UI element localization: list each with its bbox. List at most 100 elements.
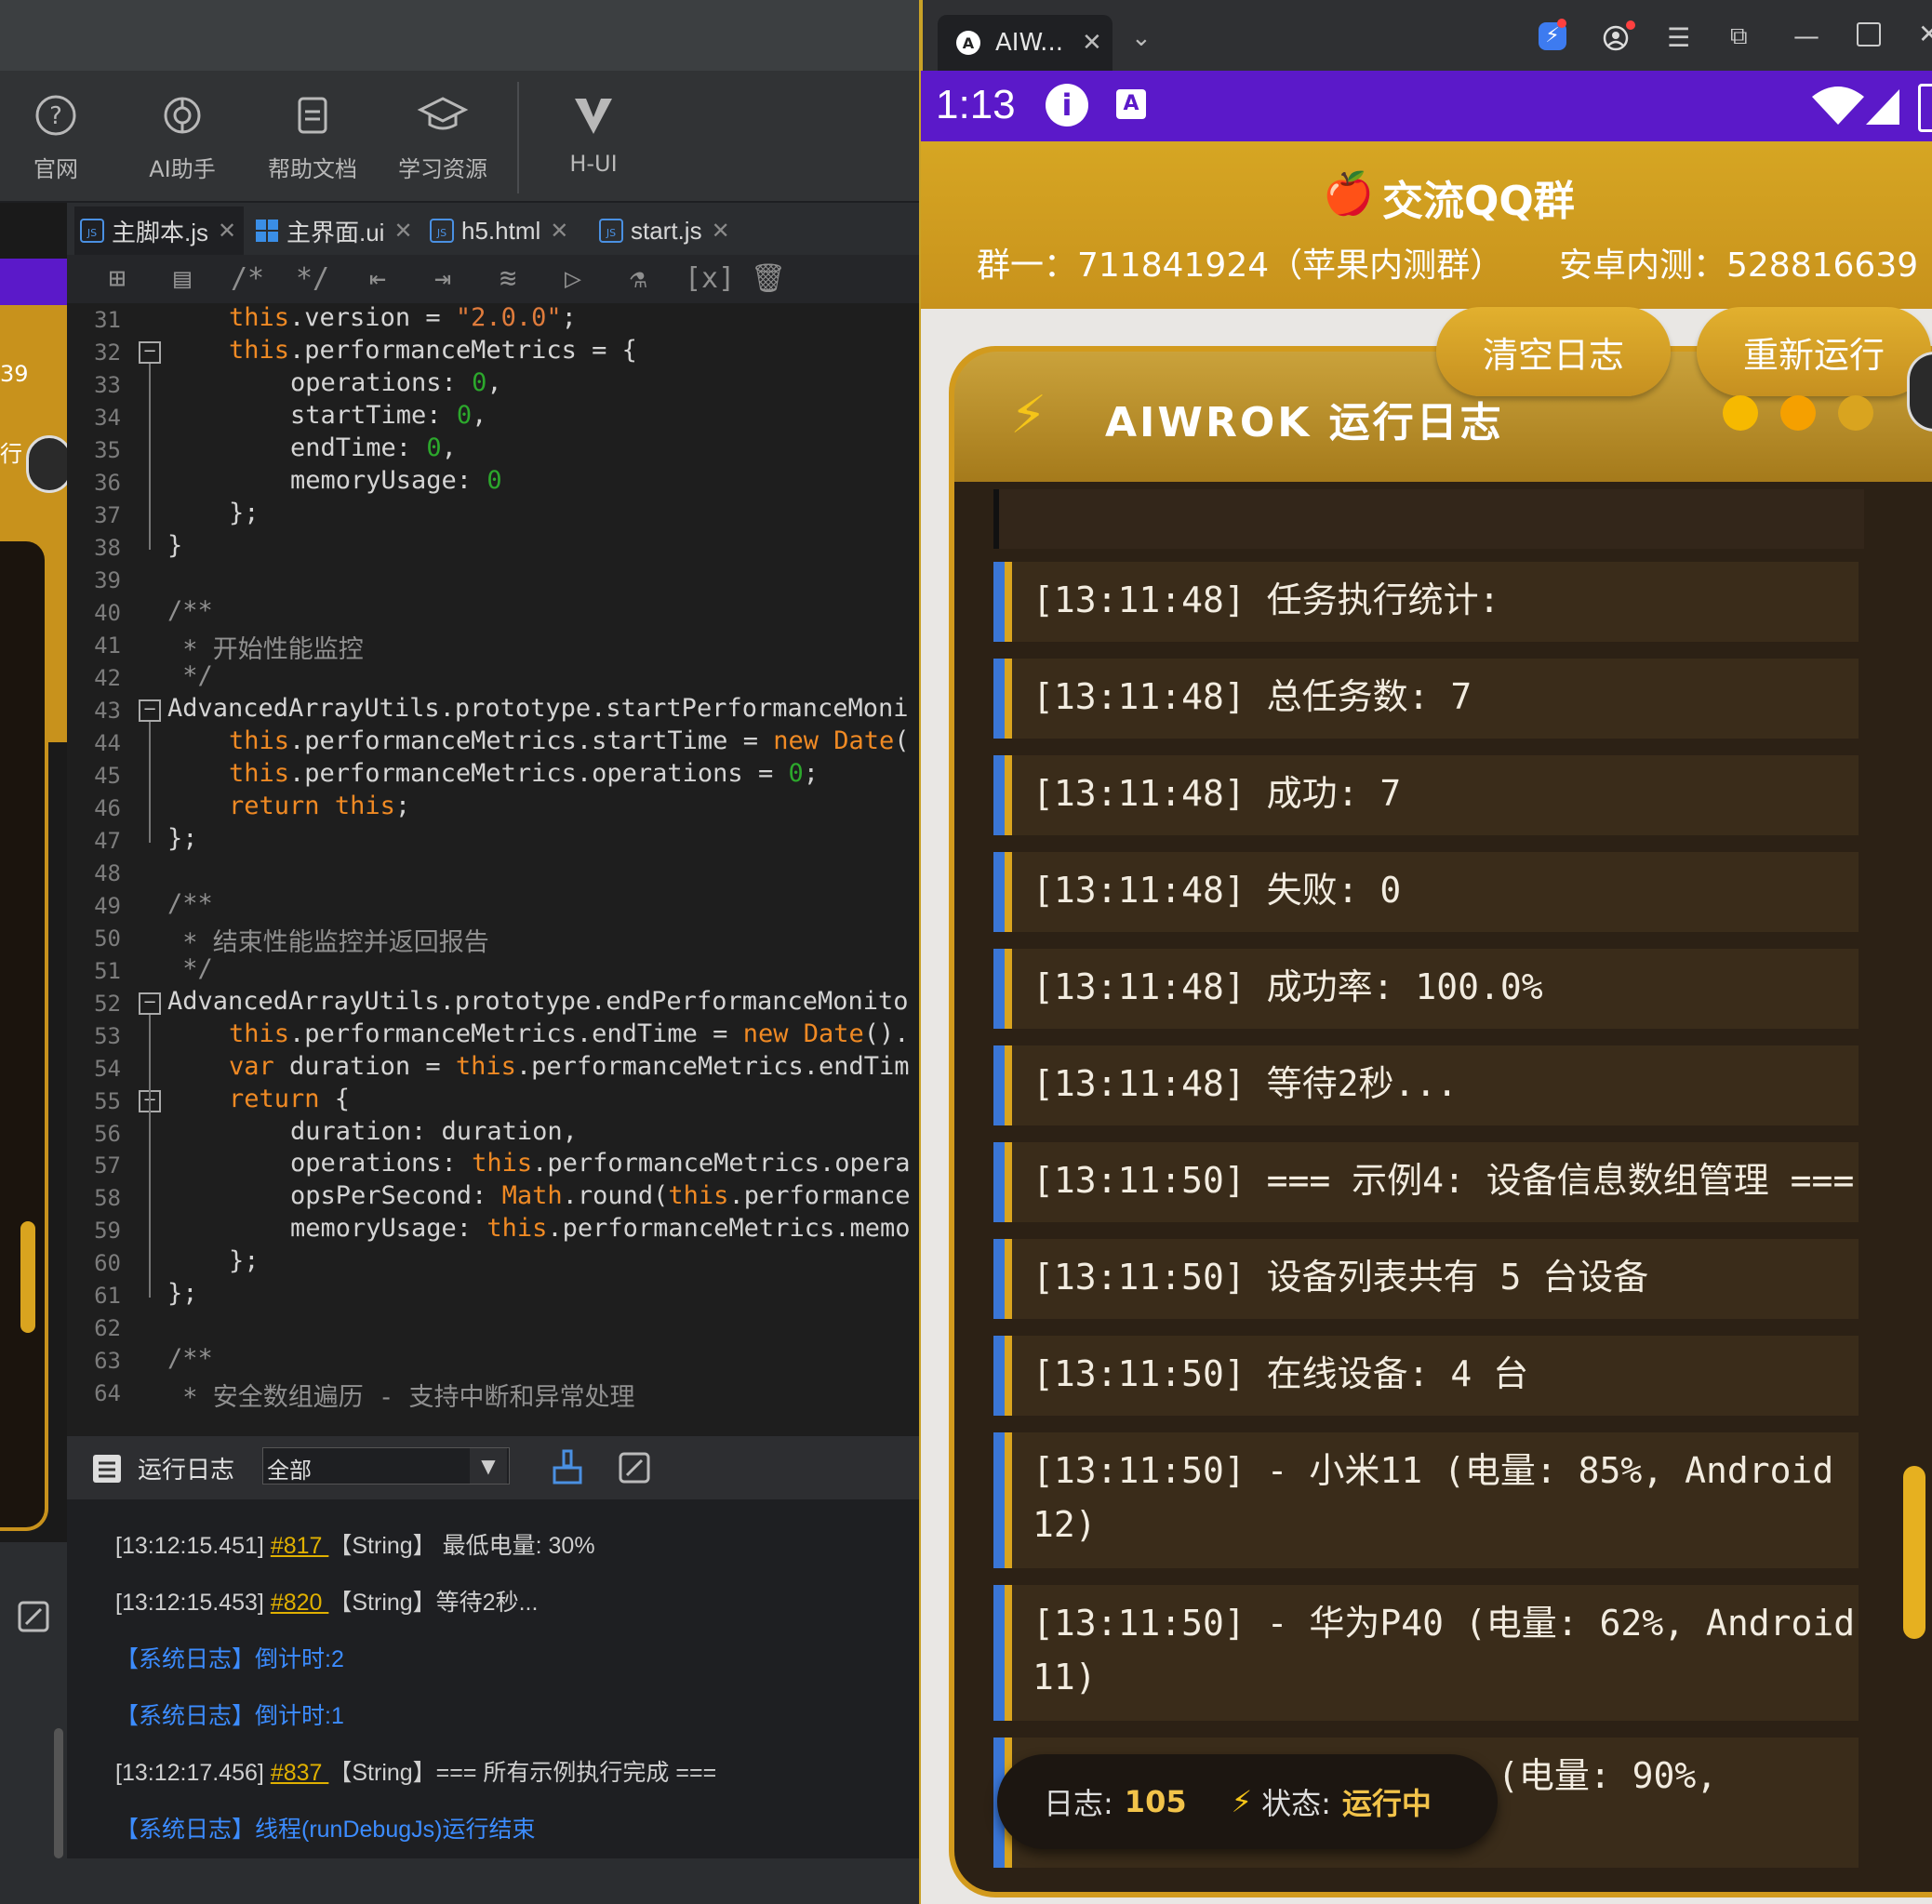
- detach-window-icon[interactable]: ⧉: [1730, 22, 1748, 51]
- mini-char: 行: [0, 441, 22, 467]
- line-number: 37: [94, 501, 121, 528]
- log-panel-title: 运行日志: [138, 1457, 235, 1485]
- tab-label: h5.html: [461, 216, 541, 245]
- log-source-link[interactable]: #817: [271, 1533, 329, 1559]
- maximize-icon[interactable]: [1857, 22, 1881, 47]
- log-count-label: 日志:: [1044, 1786, 1113, 1821]
- emulator-window-tab[interactable]: A AIW... ✕: [938, 15, 1113, 71]
- new-file-icon[interactable]: ⊞: [99, 262, 136, 296]
- window-dot: [1723, 395, 1758, 431]
- tab-start-js[interactable]: JS start.js ✕: [593, 206, 761, 255]
- line-number: 47: [94, 827, 121, 854]
- toolbar-ai-assistant-button[interactable]: AI助手: [127, 93, 238, 183]
- close-icon[interactable]: ✕: [712, 218, 730, 245]
- emulator-tab-label: AIW...: [995, 29, 1063, 57]
- qq-android-group[interactable]: 安卓内测：528816639: [1559, 238, 1918, 286]
- code-line: operations: 0,: [290, 367, 502, 397]
- code-line: };: [167, 823, 198, 853]
- log-card-title: AIWROK 运行日志: [1105, 399, 1504, 446]
- code-line: /**: [167, 888, 213, 918]
- fold-toggle-icon[interactable]: −: [139, 992, 161, 1015]
- log-message: 【String】等待2秒...: [328, 1590, 539, 1616]
- fold-toggle-icon[interactable]: −: [139, 699, 161, 722]
- log-entry: [13:11:50] - 小米11 (电量: 85%, Android 12): [993, 1432, 1859, 1568]
- svg-text:?: ?: [49, 102, 62, 130]
- rerun-button[interactable]: 重新运行: [1697, 307, 1931, 396]
- uncomment-icon[interactable]: */: [294, 262, 331, 296]
- log-line: 【系统日志】倒计时:2: [115, 1641, 344, 1674]
- log-line: 【系统日志】线程(runDebugJs)运行结束: [115, 1811, 535, 1844]
- ide-window: ? 官网 AI助手 帮助文档 学习资源 H-UI 39 行 JS 主脚本.js ✕…: [0, 0, 921, 1904]
- log-source-link[interactable]: #837: [271, 1760, 329, 1786]
- menu-icon[interactable]: ☰: [1667, 22, 1690, 53]
- broom-clear-icon[interactable]: [549, 1449, 586, 1486]
- comment-icon[interactable]: /*: [229, 262, 266, 296]
- close-icon[interactable]: ✕: [1082, 29, 1102, 57]
- log-scrollbar[interactable]: [54, 1728, 63, 1858]
- log-text: [13:12:17.456]: [115, 1760, 271, 1786]
- status-footer-pill: 日志: 105 ⚡ 状态: 运行中: [997, 1754, 1498, 1849]
- tab-h5-html[interactable]: JS h5.html ✕: [424, 206, 592, 255]
- code-line: * 开始性能监控: [167, 634, 364, 664]
- toolbar-help-docs-button[interactable]: 帮助文档: [257, 93, 368, 183]
- log-text: 【系统日志】倒计时:2: [115, 1646, 344, 1672]
- help-circle-icon: ?: [35, 95, 76, 136]
- toolbar-official-site-button[interactable]: ? 官网: [0, 93, 112, 183]
- log-entry-text: [13:11:48] 总任务数: 7: [1033, 676, 1472, 717]
- ai-assistant-icon: [164, 97, 201, 134]
- close-icon[interactable]: ✕: [218, 218, 236, 245]
- wifi-icon: [1812, 87, 1864, 125]
- line-number: 61: [94, 1283, 121, 1310]
- log-source-link[interactable]: #820: [271, 1590, 329, 1616]
- user-account-icon[interactable]: [1602, 24, 1630, 52]
- log-entry-text: [13:11:48] 任务执行统计:: [1033, 579, 1500, 620]
- tab-main-ui[interactable]: 主界面.ui ✕: [249, 206, 417, 255]
- chevron-down-icon[interactable]: ⌄: [1131, 24, 1152, 52]
- trash-icon[interactable]: 🗑: [750, 262, 787, 296]
- chevron-down-icon[interactable]: ▼: [470, 1448, 507, 1484]
- format-icon[interactable]: ≋: [489, 262, 526, 296]
- line-number: 33: [94, 371, 121, 398]
- fold-toggle-icon[interactable]: −: [139, 340, 161, 364]
- close-icon[interactable]: ✕: [393, 218, 412, 245]
- code-line: this.version = "2.0.0";: [229, 303, 577, 332]
- log-entry-text: [13:11:50] === 示例4: 设备信息数组管理 ===: [1033, 1160, 1855, 1201]
- line-number: 35: [94, 436, 121, 463]
- log-scrollbar-thumb[interactable]: [1903, 1466, 1925, 1639]
- run-icon[interactable]: ▷: [554, 262, 592, 296]
- clear-log-button[interactable]: 清空日志: [1436, 307, 1671, 396]
- log-entry-text: [13:11:48] 成功率: 100.0%: [1033, 966, 1543, 1007]
- log-entry: [13:11:50] - 华为P40 (电量: 62%, Android 11): [993, 1585, 1859, 1721]
- line-number: 45: [94, 762, 121, 789]
- screenshot-icon[interactable]: [618, 1451, 651, 1485]
- log-filter-select[interactable]: 全部 ▼: [262, 1447, 510, 1485]
- ide-title-bar: [0, 0, 921, 71]
- toolbar-learning-resources-button[interactable]: 学习资源: [387, 93, 499, 183]
- tab-main-script[interactable]: JS 主脚本.js ✕: [74, 206, 244, 255]
- debug-flask-icon[interactable]: ⚗: [620, 262, 657, 296]
- indent-icon[interactable]: ⇥: [424, 262, 461, 296]
- code-line: memoryUsage: this.performanceMetrics.mem…: [290, 1214, 911, 1244]
- variables-icon[interactable]: [x]: [685, 262, 735, 296]
- screenshot-icon[interactable]: [17, 1600, 50, 1633]
- line-number: 48: [94, 859, 121, 886]
- line-number: 54: [94, 1055, 121, 1082]
- print-icon[interactable]: ▤: [164, 262, 201, 296]
- close-icon[interactable]: ✕: [550, 218, 568, 245]
- code-line: */: [167, 953, 213, 983]
- close-window-icon[interactable]: ✕: [1918, 19, 1932, 49]
- window-dot: [1838, 395, 1873, 431]
- mini-number: 39: [0, 361, 29, 387]
- outdent-icon[interactable]: ⇤: [359, 262, 396, 296]
- info-icon: i: [1046, 84, 1088, 126]
- log-entry-text: [13:11:50] - 华为P40 (电量: 62%, Android 11): [1033, 1603, 1856, 1698]
- log-entry-text: [13:11:50] 设备列表共有 5 台设备: [1033, 1257, 1649, 1298]
- log-entry: [13:11:48] 成功: 7: [993, 755, 1859, 835]
- code-line: AdvancedArrayUtils.prototype.startPerfor…: [167, 693, 909, 723]
- qq-group-one[interactable]: 群一：711841924（苹果内测群）: [977, 238, 1503, 286]
- line-number: 51: [94, 957, 121, 984]
- line-number: 46: [94, 794, 121, 821]
- minimize-icon[interactable]: —: [1793, 20, 1819, 51]
- toolbar-h-ui-button[interactable]: H-UI: [538, 93, 649, 177]
- line-number: 41: [94, 632, 121, 659]
